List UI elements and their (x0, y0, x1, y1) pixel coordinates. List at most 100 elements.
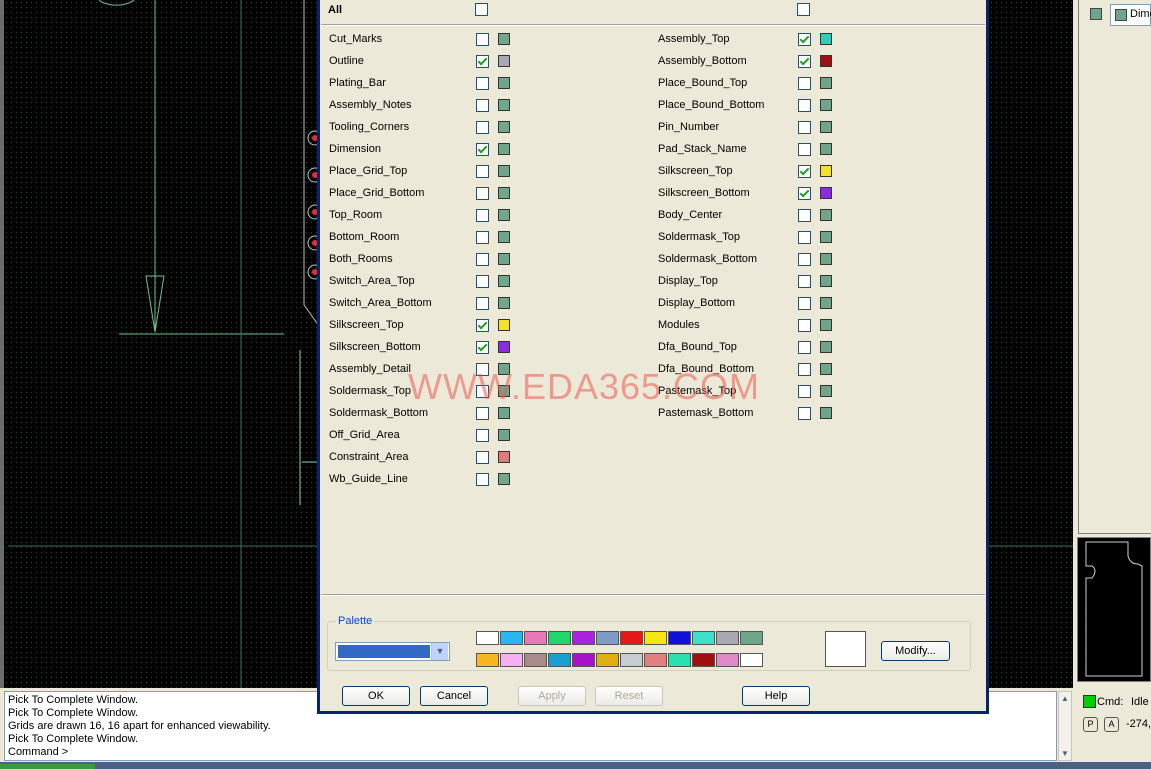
start-button[interactable] (0, 764, 95, 769)
color-swatch[interactable] (498, 143, 510, 155)
visibility-checkbox[interactable] (476, 253, 489, 266)
color-swatch[interactable] (498, 407, 510, 419)
visibility-checkbox[interactable] (476, 143, 489, 156)
visibility-checkbox[interactable] (476, 165, 489, 178)
color-swatch[interactable] (820, 253, 832, 265)
color-swatch[interactable] (820, 121, 832, 133)
palette-swatch[interactable] (524, 631, 547, 645)
reset-button[interactable]: Reset (595, 686, 663, 706)
a-button[interactable]: A (1104, 717, 1119, 732)
visibility-checkbox[interactable] (798, 297, 811, 310)
palette-swatch[interactable] (524, 653, 547, 667)
visibility-checkbox[interactable] (476, 209, 489, 222)
visibility-checkbox[interactable] (798, 363, 811, 376)
color-swatch[interactable] (820, 143, 832, 155)
visibility-checkbox[interactable] (476, 407, 489, 420)
palette-swatch[interactable] (716, 653, 739, 667)
p-button[interactable]: P (1083, 717, 1098, 732)
color-swatch[interactable] (498, 209, 510, 221)
cancel-button[interactable]: Cancel (420, 686, 488, 706)
color-swatch[interactable] (498, 319, 510, 331)
palette-swatch[interactable] (572, 631, 595, 645)
palette-swatch[interactable] (548, 653, 571, 667)
all-checkbox-right[interactable] (797, 3, 810, 16)
modify-button[interactable]: Modify... (881, 641, 950, 661)
color-swatch[interactable] (498, 55, 510, 67)
visibility-checkbox[interactable] (798, 275, 811, 288)
color-swatch[interactable] (498, 121, 510, 133)
chevron-down-icon[interactable]: ▼ (431, 643, 448, 660)
color-swatch[interactable] (820, 187, 832, 199)
color-swatch[interactable] (820, 231, 832, 243)
palette-swatch[interactable] (644, 653, 667, 667)
visibility-checkbox[interactable] (798, 231, 811, 244)
visibility-checkbox[interactable] (798, 143, 811, 156)
palette-swatch[interactable] (596, 653, 619, 667)
visibility-checkbox[interactable] (798, 55, 811, 68)
palette-swatch[interactable] (620, 653, 643, 667)
visibility-checkbox[interactable] (476, 121, 489, 134)
visibility-checkbox[interactable] (798, 187, 811, 200)
visibility-checkbox[interactable] (798, 407, 811, 420)
palette-swatch[interactable] (716, 631, 739, 645)
palette-swatch[interactable] (692, 631, 715, 645)
palette-swatch[interactable] (644, 631, 667, 645)
visibility-checkbox[interactable] (476, 429, 489, 442)
visibility-checkbox[interactable] (476, 77, 489, 90)
color-swatch[interactable] (820, 297, 832, 309)
color-swatch[interactable] (820, 165, 832, 177)
color-swatch[interactable] (498, 187, 510, 199)
apply-button[interactable]: Apply (518, 686, 586, 706)
world-view-minimap[interactable] (1077, 537, 1151, 682)
visibility-checkbox[interactable] (798, 385, 811, 398)
visibility-checkbox[interactable] (476, 319, 489, 332)
console-scrollbar[interactable]: ▲ ▼ (1058, 691, 1072, 761)
color-swatch[interactable] (820, 341, 832, 353)
visibility-checkbox[interactable] (798, 341, 811, 354)
color-swatch[interactable] (820, 363, 832, 375)
palette-swatch[interactable] (740, 631, 763, 645)
color-swatch[interactable] (820, 209, 832, 221)
visibility-checkbox[interactable] (798, 33, 811, 46)
visibility-checkbox[interactable] (798, 209, 811, 222)
palette-swatch[interactable] (500, 653, 523, 667)
visibility-checkbox[interactable] (476, 55, 489, 68)
subclass-field[interactable]: Dime (1110, 4, 1151, 26)
help-button[interactable]: Help (742, 686, 810, 706)
color-swatch[interactable] (820, 385, 832, 397)
visibility-checkbox[interactable] (798, 99, 811, 112)
color-swatch[interactable] (820, 99, 832, 111)
color-swatch[interactable] (498, 341, 510, 353)
color-swatch[interactable] (820, 55, 832, 67)
palette-swatch[interactable] (500, 631, 523, 645)
visibility-checkbox[interactable] (476, 99, 489, 112)
visibility-checkbox[interactable] (476, 33, 489, 46)
panel-color-swatch[interactable] (1090, 8, 1102, 20)
visibility-checkbox[interactable] (476, 473, 489, 486)
color-swatch[interactable] (498, 297, 510, 309)
visibility-checkbox[interactable] (798, 319, 811, 332)
color-swatch[interactable] (820, 33, 832, 45)
palette-swatch[interactable] (548, 631, 571, 645)
palette-swatch[interactable] (572, 653, 595, 667)
visibility-checkbox[interactable] (476, 341, 489, 354)
color-swatch[interactable] (498, 473, 510, 485)
visibility-checkbox[interactable] (798, 121, 811, 134)
scroll-up-icon[interactable]: ▲ (1059, 693, 1071, 705)
color-swatch[interactable] (820, 319, 832, 331)
color-swatch[interactable] (498, 253, 510, 265)
visibility-checkbox[interactable] (476, 231, 489, 244)
palette-swatch[interactable] (476, 631, 499, 645)
visibility-checkbox[interactable] (798, 165, 811, 178)
palette-swatch[interactable] (740, 653, 763, 667)
color-swatch[interactable] (820, 77, 832, 89)
palette-swatch[interactable] (668, 631, 691, 645)
all-checkbox-left[interactable] (475, 3, 488, 16)
color-swatch[interactable] (498, 99, 510, 111)
visibility-checkbox[interactable] (476, 451, 489, 464)
ok-button[interactable]: OK (342, 686, 410, 706)
palette-swatch[interactable] (668, 653, 691, 667)
palette-swatch[interactable] (620, 631, 643, 645)
palette-swatch[interactable] (476, 653, 499, 667)
visibility-checkbox[interactable] (476, 297, 489, 310)
